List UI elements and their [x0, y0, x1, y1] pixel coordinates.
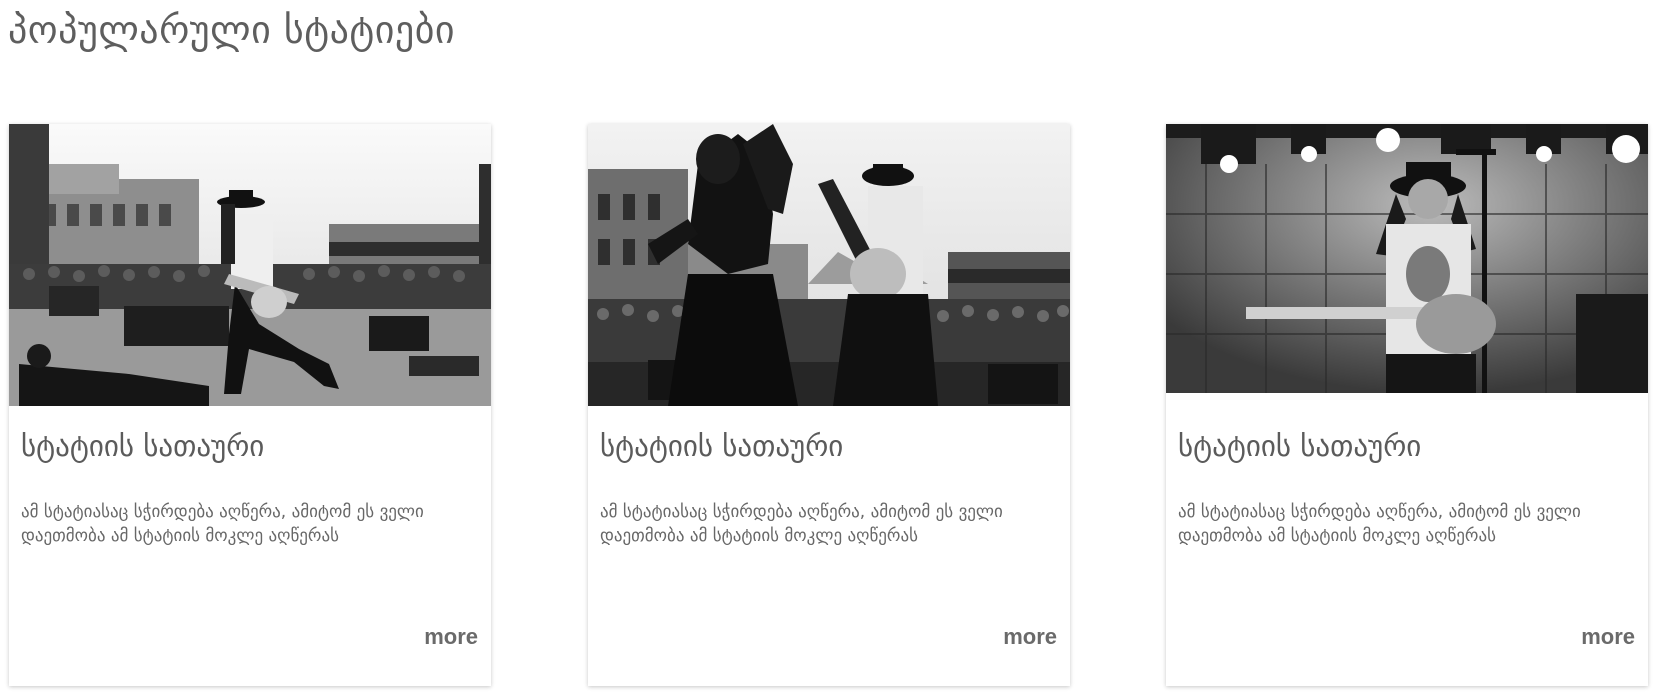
concert-photo-icon — [1166, 124, 1648, 393]
article-title: სტატიის სათაური — [21, 429, 265, 463]
article-title: სტატიის სათაური — [600, 429, 844, 463]
more-link[interactable]: more — [424, 624, 478, 650]
more-link[interactable]: more — [1003, 624, 1057, 650]
more-link[interactable]: more — [1581, 624, 1635, 650]
article-image[interactable] — [588, 124, 1070, 406]
article-description: ამ სტატიასაც სჭირდება აღწერა, ამიტომ ეს … — [1178, 502, 1581, 546]
article-card: სტატიის სათაური ამ სტატიასაც სჭირდება აღ… — [9, 124, 491, 686]
article-card: სტატიის სათაური ამ სტატიასაც სჭირდება აღ… — [588, 124, 1070, 686]
article-image[interactable] — [1166, 124, 1648, 393]
article-title: სტატიის სათაური — [1178, 429, 1422, 463]
article-image[interactable] — [9, 124, 491, 406]
section-title: პოპულარული სტატიები — [8, 8, 456, 52]
article-description: ამ სტატიასაც სჭირდება აღწერა, ამიტომ ეს … — [21, 502, 424, 546]
concert-photo-icon — [588, 124, 1070, 406]
article-description: ამ სტატიასაც სჭირდება აღწერა, ამიტომ ეს … — [600, 502, 1003, 546]
concert-photo-icon — [9, 124, 491, 406]
article-card: სტატიის სათაური ამ სტატიასაც სჭირდება აღ… — [1166, 124, 1648, 686]
